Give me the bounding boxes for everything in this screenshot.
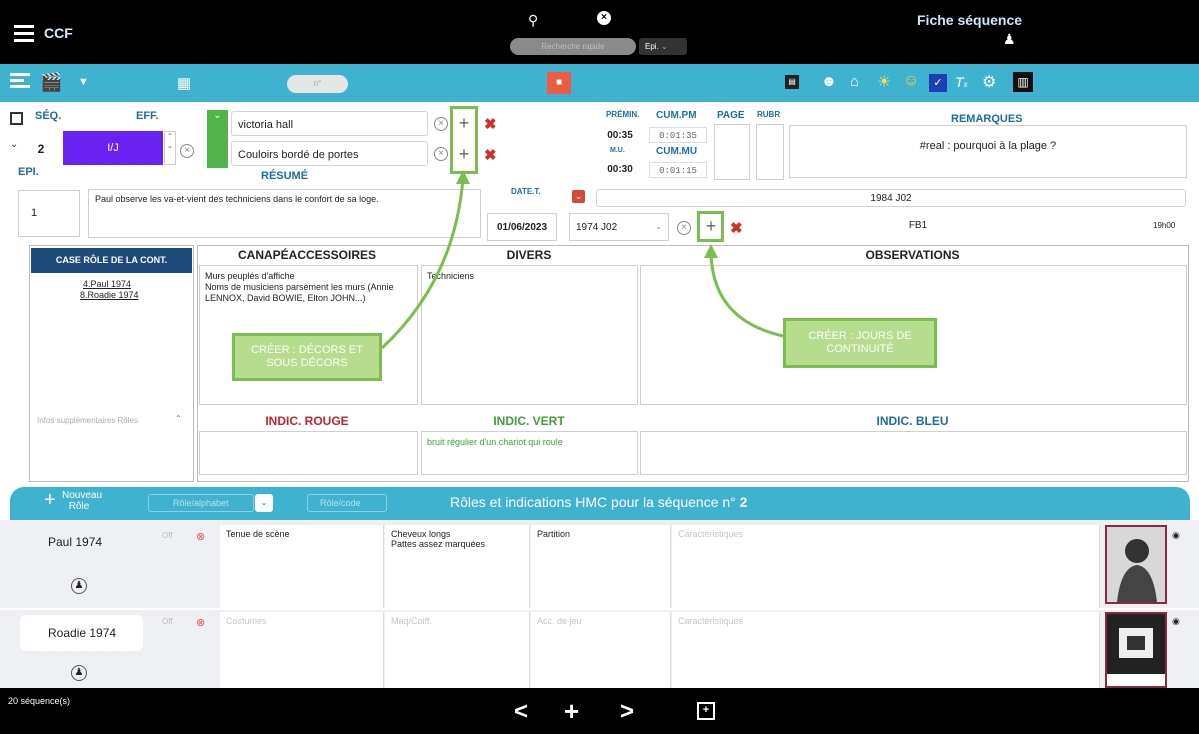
role-person-icon[interactable]: ♟ <box>71 578 87 594</box>
previous-icon[interactable]: < <box>514 698 528 726</box>
role-radio-icon[interactable]: ◉ <box>1172 530 1180 541</box>
role-off-toggle[interactable]: Off <box>162 531 173 540</box>
role-alpha-select[interactable]: Rôle/alphabet <box>148 494 254 512</box>
role-radio-icon[interactable]: ◉ <box>1172 616 1180 627</box>
role-carac[interactable]: Caractéristiques <box>672 612 1100 688</box>
role-alpha-dropdown[interactable]: ⌄ <box>255 494 273 512</box>
role-code-select[interactable]: Rôle/code <box>307 494 387 512</box>
role-costume[interactable]: Costumes <box>220 612 384 688</box>
role-photo-image <box>1107 614 1165 674</box>
roles-bar-title: Rôles et indications HMC pour la séquenc… <box>450 494 747 510</box>
role-photo[interactable] <box>1105 612 1167 688</box>
role-name[interactable]: Paul 1974 <box>48 535 102 549</box>
role-person-icon[interactable]: ♟ <box>71 665 87 681</box>
role-name[interactable]: Roadie 1974 <box>48 626 116 640</box>
roles-bar-seq-num: 2 <box>739 494 748 510</box>
role-photo[interactable] <box>1105 525 1167 604</box>
add-sequence-icon[interactable]: + <box>564 696 579 727</box>
add-role-icon[interactable]: + <box>44 489 56 512</box>
role-acc[interactable]: Partition <box>531 525 671 608</box>
new-role-button[interactable]: Nouveau Rôle <box>62 490 102 512</box>
role-photo-image <box>1107 527 1165 602</box>
next-icon[interactable]: > <box>620 698 634 726</box>
role-maq[interactable]: Cheveux longs Pattes assez marquées <box>385 525 530 608</box>
roles-bar-title-text: Rôles et indications HMC pour la séquenc… <box>450 494 736 510</box>
role-delete-icon[interactable]: ⊗ <box>196 530 205 543</box>
role-delete-icon[interactable]: ⊗ <box>196 616 205 629</box>
duplicate-icon[interactable]: + <box>697 702 715 720</box>
role-acc[interactable]: Acc. de jeu <box>531 612 671 688</box>
role-maq[interactable]: Maq/Coiff. <box>385 612 530 688</box>
sequence-count: 20 séquence(s) <box>8 696 71 706</box>
role-costume[interactable]: Tenue de scène <box>220 525 384 608</box>
role-carac[interactable]: Caractéristiques <box>672 525 1100 608</box>
role-off-toggle[interactable]: Off <box>162 617 173 626</box>
footer: 20 séquence(s) < + > + <box>0 688 1199 734</box>
